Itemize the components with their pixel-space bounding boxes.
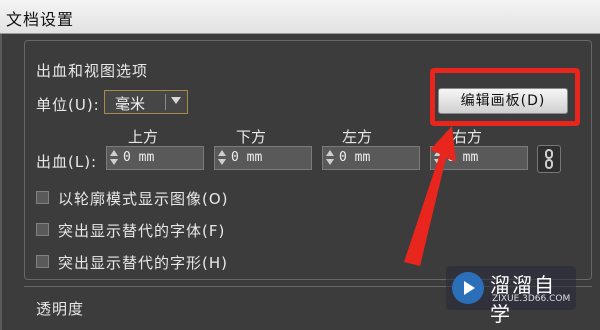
watermark-site: ZIXUE.3D66.COM — [492, 294, 571, 304]
watermark-logo: 溜溜自学 ZIXUE.3D66.COM — [446, 266, 576, 326]
play-icon — [452, 272, 484, 304]
